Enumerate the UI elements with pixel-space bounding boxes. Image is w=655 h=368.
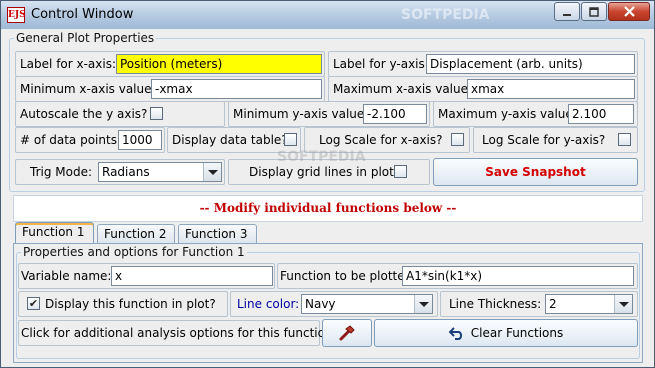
hammer-icon	[339, 325, 355, 341]
logy-label: Log Scale for y-axis?	[482, 133, 606, 147]
autoscale-row: Autoscale the y axis?	[15, 101, 225, 127]
xmax-input[interactable]: xmax	[467, 79, 635, 99]
title-bar[interactable]: EJS Control Window SOFTPEDIA	[1, 1, 654, 29]
window-title: Control Window	[31, 7, 134, 22]
display-table-label: Display data table?	[172, 133, 288, 147]
line-thickness-select[interactable]: 2	[545, 294, 633, 314]
autoscale-label: Autoscale the y axis?	[20, 107, 148, 121]
general-plot-properties-legend: General Plot Properties	[16, 31, 155, 45]
grid-lines-row: Display grid lines in plot?	[228, 159, 430, 185]
tab-function-3[interactable]: Function 3	[178, 224, 257, 244]
xmin-input[interactable]: -xmax	[151, 79, 322, 99]
ymax-label: Maximum y-axis value:	[438, 107, 577, 121]
tab-function-2[interactable]: Function 2	[97, 224, 175, 244]
variable-input[interactable]: x	[111, 266, 273, 286]
xmin-row: Minimum x-axis value: -xmax	[15, 76, 325, 102]
line-color-label: Line color:	[237, 297, 300, 311]
display-function-label: Display this function in plot?	[45, 297, 216, 311]
xlabel-input[interactable]: Position (meters)	[116, 54, 322, 74]
watermark-logo: SOFTPEDIA	[401, 7, 490, 23]
ejs-app-icon: EJS	[7, 7, 26, 23]
npoints-input[interactable]: 1000	[118, 130, 162, 150]
line-thickness-row: Line Thickness: 2	[440, 291, 638, 317]
logx-label: Log Scale for x-axis?	[319, 133, 443, 147]
control-window: EJS Control Window SOFTPEDIA General Plo…	[0, 0, 655, 368]
expression-input[interactable]: A1*sin(k1*x)	[402, 266, 634, 286]
minimize-icon	[563, 13, 571, 16]
save-snapshot-label: Save Snapshot	[485, 165, 586, 179]
logx-row: Log Scale for x-axis?	[304, 127, 470, 153]
tab-function-1[interactable]: Function 1	[15, 222, 94, 244]
npoints-row: # of data points: 1000	[15, 127, 165, 153]
grid-lines-label: Display grid lines in plot?	[249, 165, 401, 179]
ymin-input[interactable]: -2.100	[363, 104, 427, 124]
xmin-label: Minimum x-axis value:	[20, 82, 156, 96]
xmax-label: Maximum x-axis value:	[333, 82, 473, 96]
line-color-value: Navy	[305, 297, 336, 311]
variable-row: Variable name: x	[18, 263, 275, 289]
xlabel-row: Label for x-axis: Position (meters)	[15, 51, 325, 77]
function-1-panel: Properties and options for Function 1 Va…	[13, 243, 643, 363]
analysis-row: Click for additional analysis options fo…	[18, 320, 337, 346]
ymax-row: Maximum y-axis value: 2.100	[433, 101, 638, 127]
analysis-options-button[interactable]	[322, 319, 372, 347]
xlabel-label: Label for x-axis:	[20, 57, 117, 71]
chevron-down-icon	[614, 295, 632, 313]
autoscale-checkbox[interactable]	[150, 107, 163, 120]
maximize-icon	[589, 6, 599, 17]
logy-checkbox[interactable]	[618, 133, 631, 146]
ylabel-label: Label for y-axis:	[333, 57, 429, 71]
function-options-legend: Properties and options for Function 1	[23, 245, 245, 259]
display-function-row: ✔ Display this function in plot?	[18, 291, 228, 317]
clear-functions-button[interactable]: Clear Functions	[374, 319, 638, 347]
line-thickness-value: 2	[549, 297, 557, 311]
undo-arrow-icon	[448, 327, 462, 340]
expression-label: Function to be plotted:	[280, 269, 417, 283]
chevron-down-icon	[414, 295, 432, 313]
close-icon	[623, 6, 635, 17]
trig-mode-label: Trig Mode:	[30, 165, 93, 179]
logy-row: Log Scale for y-axis?	[473, 127, 638, 153]
trig-mode-value: Radians	[102, 165, 150, 179]
ylabel-input[interactable]: Displacement (arb. units)	[426, 54, 635, 74]
ylabel-row: Label for y-axis: Displacement (arb. uni…	[328, 51, 638, 77]
trig-mode-select[interactable]: Radians	[98, 162, 222, 182]
chevron-down-icon	[203, 163, 221, 181]
modify-functions-banner: -- Modify individual functions below --	[13, 195, 643, 222]
display-function-checkbox[interactable]: ✔	[27, 297, 40, 310]
window-content: General Plot Properties Label for x-axis…	[7, 29, 648, 363]
logx-checkbox[interactable]	[451, 133, 464, 146]
display-table-row: Display data table?	[167, 127, 301, 153]
ymin-row: Minimum y-axis value: -2.100	[228, 101, 430, 127]
line-color-select[interactable]: Navy	[301, 294, 433, 314]
ymax-input[interactable]: 2.100	[568, 104, 634, 124]
grid-lines-checkbox[interactable]	[394, 165, 407, 178]
npoints-label: # of data points:	[20, 133, 121, 147]
maximize-button[interactable]	[581, 2, 607, 21]
line-color-row: Line color: Navy	[230, 291, 438, 317]
xmax-row: Maximum x-axis value: xmax	[328, 76, 638, 102]
expression-row: Function to be plotted: A1*sin(k1*x)	[277, 263, 638, 289]
ymin-label: Minimum y-axis value:	[233, 107, 369, 121]
variable-label: Variable name:	[21, 269, 112, 283]
save-snapshot-button[interactable]: Save Snapshot	[433, 158, 638, 186]
display-table-checkbox[interactable]	[284, 133, 297, 146]
analysis-label: Click for additional analysis options fo…	[21, 326, 337, 340]
minimize-button[interactable]	[554, 2, 580, 21]
line-thickness-label: Line Thickness:	[449, 297, 542, 311]
trig-mode-row: Trig Mode: Radians	[15, 159, 225, 185]
clear-functions-label: Clear Functions	[470, 326, 564, 340]
close-button[interactable]	[608, 2, 650, 21]
